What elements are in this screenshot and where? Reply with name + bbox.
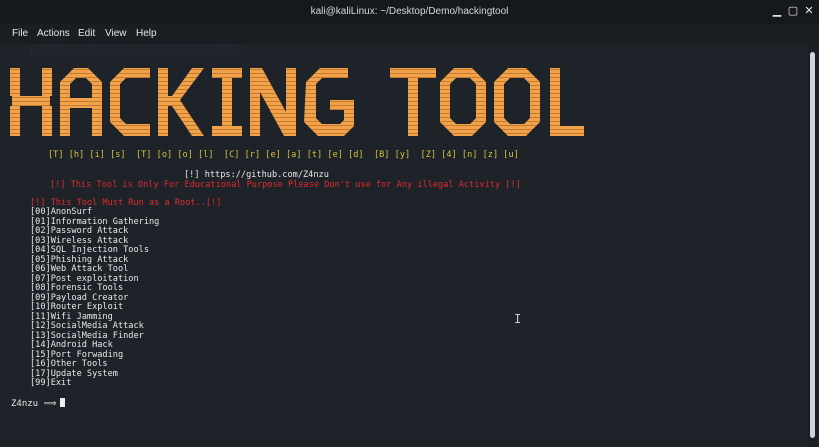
list-item: [99]Exit: [30, 378, 72, 388]
menu-edit[interactable]: Edit: [78, 28, 95, 39]
title-bar[interactable]: kali@kaliLinux: ~/Desktop/Demo/hackingto…: [0, 0, 819, 24]
prompt-user: Z4nzu: [11, 399, 39, 409]
minimize-icon[interactable]: ▁: [771, 5, 783, 17]
banner-logo: [10, 68, 618, 136]
list-item: [04]SQL Injection Tools: [30, 245, 149, 255]
list-item: [12]SocialMedia Attack: [30, 321, 144, 331]
letter-row: [T] [h] [i] [s] [T] [o] [o] [l] [C] [r] …: [48, 150, 519, 160]
command-prompt[interactable]: Z4nzu ⟹: [11, 398, 66, 409]
list-item: [05]Phishing Attack: [30, 254, 129, 265]
list-item: [15]Port Forwading: [30, 349, 124, 360]
list-item: [16]Other Tools: [30, 359, 108, 369]
text-cursor: [60, 398, 66, 407]
list-item: [00]AnonSurf: [30, 207, 93, 217]
menu-actions[interactable]: Actions: [37, 28, 70, 39]
ibeam-cursor-icon: I: [514, 312, 522, 326]
list-item: [01]Information Gathering: [30, 216, 160, 227]
list-item: [09]Payload Creator: [30, 292, 129, 303]
list-item: [11]Wifi Jamming: [30, 311, 113, 322]
menu-help[interactable]: Help: [136, 28, 157, 39]
maximize-icon[interactable]: ▢: [787, 5, 799, 17]
list-item: [02]Password Attack: [30, 226, 129, 236]
list-item: [10]Router Exploit: [30, 302, 124, 312]
list-item: [13]SocialMedia Finder: [30, 330, 144, 341]
close-icon[interactable]: ✕: [803, 5, 815, 17]
scrollbar-thumb[interactable]: [810, 52, 815, 438]
disclaimer-text: [!] This Tool is Only For Educational Pu…: [50, 180, 521, 190]
banner-glyphs: [10, 68, 584, 136]
prompt-arrow-icon: ⟹: [43, 399, 57, 409]
menu-bar: File Actions Edit View Help: [0, 24, 819, 44]
menu-view[interactable]: View: [105, 28, 127, 39]
terminal-window: kali@kaliLinux: ~/Desktop/Demo/hackingto…: [0, 0, 819, 447]
window-title: kali@kaliLinux: ~/Desktop/Demo/hackingto…: [310, 6, 509, 17]
list-item: [17]Update System: [30, 368, 118, 379]
list-item: [14]Android Hack: [30, 340, 113, 350]
ghost-text: ░░░░░░░░░░░░░░░░░░░░░░░░░░░░░░░░░░░░░░░: [30, 46, 242, 56]
vertical-scrollbar[interactable]: [808, 44, 817, 447]
list-item: [07]Post exploitation: [30, 273, 139, 284]
list-item: [06]Web Attack Tool: [30, 264, 129, 274]
list-item: [08]Forensic Tools: [30, 283, 124, 293]
github-link: [!] https://github.com/Z4nzu: [184, 170, 329, 180]
list-item: [03]Wireless Attack: [30, 235, 129, 246]
menu-file[interactable]: File: [12, 28, 28, 39]
